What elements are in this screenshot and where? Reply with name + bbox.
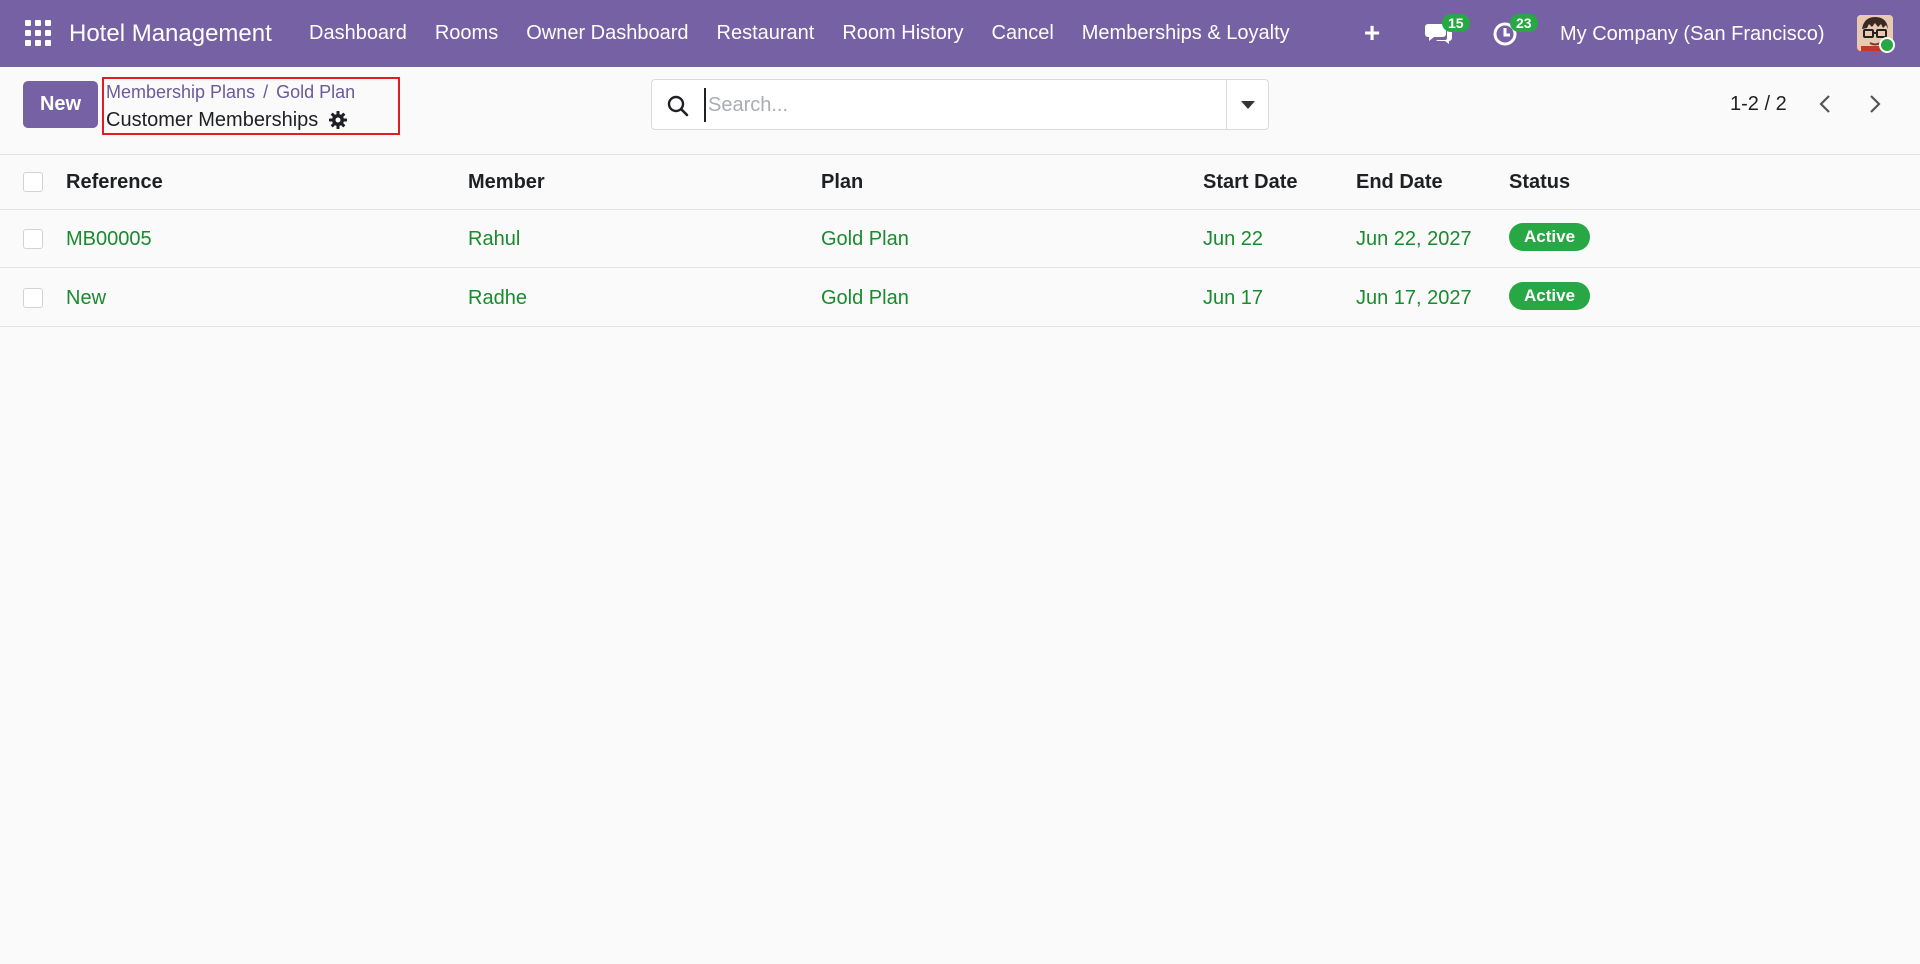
row-checkbox[interactable]	[23, 229, 43, 249]
app-name[interactable]: Hotel Management	[69, 19, 272, 49]
search-bar	[651, 79, 1269, 130]
apps-menu-icon[interactable]	[24, 19, 52, 47]
column-header-end-date[interactable]: End Date	[1356, 169, 1443, 195]
column-header-start-date[interactable]: Start Date	[1203, 169, 1297, 195]
menu-item-dashboard[interactable]: Dashboard	[295, 0, 421, 67]
cell-end-date[interactable]: Jun 17, 2027	[1356, 285, 1472, 311]
cell-member[interactable]: Rahul	[468, 226, 520, 252]
activities-count-badge: 23	[1510, 14, 1538, 32]
select-all-checkbox[interactable]	[23, 172, 43, 192]
cell-reference[interactable]: New	[66, 285, 106, 311]
search-icon	[667, 95, 689, 117]
row-checkbox[interactable]	[23, 288, 43, 308]
pager-next-icon[interactable]	[1861, 91, 1887, 117]
menu-item-rooms[interactable]: Rooms	[421, 0, 512, 67]
caret-down-icon	[1241, 101, 1255, 109]
column-header-plan[interactable]: Plan	[821, 169, 863, 195]
menu-item-owner-dashboard[interactable]: Owner Dashboard	[512, 0, 702, 67]
search-options-toggle[interactable]	[1226, 80, 1268, 129]
cell-end-date[interactable]: Jun 22, 2027	[1356, 226, 1472, 252]
table-header-row: Reference Member Plan Start Date End Dat…	[0, 155, 1920, 210]
menu-item-room-history[interactable]: Room History	[828, 0, 977, 67]
menu-item-cancel[interactable]: Cancel	[978, 0, 1068, 67]
column-header-member[interactable]: Member	[468, 169, 545, 195]
table-row[interactable]: New Radhe Gold Plan Jun 17 Jun 17, 2027 …	[0, 269, 1920, 327]
messages-button[interactable]: 15	[1424, 14, 1470, 50]
top-navbar: Hotel Management Dashboard Rooms Owner D…	[0, 0, 1920, 67]
cell-start-date[interactable]: Jun 22	[1203, 226, 1263, 252]
cell-plan[interactable]: Gold Plan	[821, 226, 909, 252]
breadcrumb-separator: /	[263, 82, 269, 102]
activities-button[interactable]: 23	[1492, 14, 1538, 50]
pager-value[interactable]: 1-2 / 2	[1730, 91, 1787, 117]
plus-icon[interactable]: +	[1361, 18, 1383, 48]
cell-plan[interactable]: Gold Plan	[821, 285, 909, 311]
main-menu: Dashboard Rooms Owner Dashboard Restaura…	[295, 0, 1304, 67]
breadcrumb-gold-plan[interactable]: Gold Plan	[276, 82, 355, 102]
column-header-reference[interactable]: Reference	[66, 169, 163, 195]
breadcrumb: Membership Plans / Gold Plan Customer Memb…	[102, 77, 400, 135]
gear-icon[interactable]	[328, 110, 348, 130]
search-input[interactable]	[704, 88, 1204, 122]
company-switcher[interactable]: My Company (San Francisco)	[1560, 19, 1825, 49]
cell-member[interactable]: Radhe	[468, 285, 527, 311]
status-badge: Active	[1509, 282, 1591, 310]
pager-previous-icon[interactable]	[1813, 91, 1839, 117]
page-title: Customer Memberships	[106, 109, 319, 131]
messages-count-badge: 15	[1442, 14, 1470, 32]
menu-item-restaurant[interactable]: Restaurant	[703, 0, 829, 67]
cell-start-date[interactable]: Jun 17	[1203, 285, 1263, 311]
online-status-dot	[1879, 37, 1895, 53]
column-header-status[interactable]: Status	[1509, 169, 1570, 195]
breadcrumb-membership-plans[interactable]: Membership Plans	[106, 82, 255, 102]
cell-reference[interactable]: MB00005	[66, 226, 152, 252]
new-button[interactable]: New	[23, 81, 98, 128]
table-row[interactable]: MB00005 Rahul Gold Plan Jun 22 Jun 22, 2…	[0, 210, 1920, 268]
status-badge: Active	[1509, 223, 1591, 251]
menu-item-memberships-loyalty[interactable]: Memberships & Loyalty	[1068, 0, 1304, 67]
